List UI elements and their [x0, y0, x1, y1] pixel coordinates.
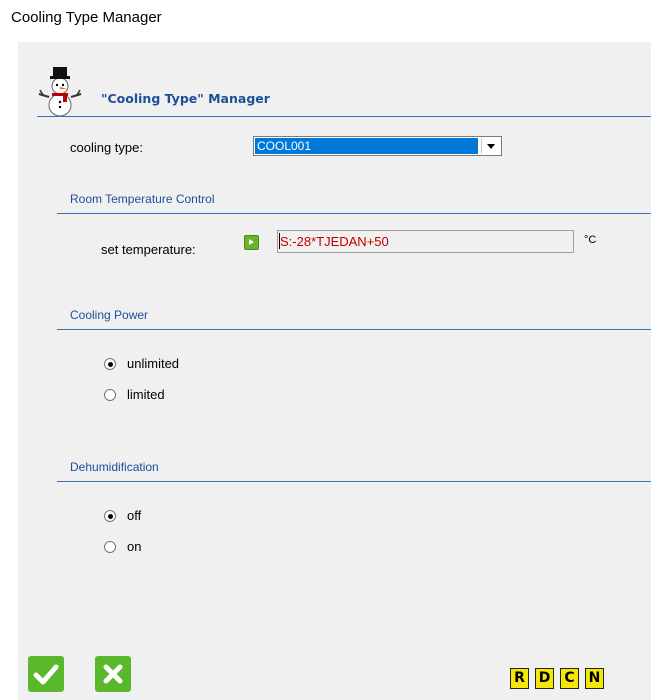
header-divider	[37, 116, 651, 117]
radio-off-label[interactable]: off	[127, 508, 141, 523]
dehumidification-section-title: Dehumidification	[70, 460, 159, 474]
cooling-type-label: cooling type:	[70, 140, 143, 155]
play-icon[interactable]	[244, 235, 259, 250]
temperature-value: S:-28*TJEDAN+50	[280, 234, 389, 249]
room-temperature-divider	[57, 213, 651, 214]
radio-limited-label[interactable]: limited	[127, 387, 165, 402]
cooling-power-section-title: Cooling Power	[70, 308, 149, 322]
manager-panel: "Cooling Type" Manager cooling type: COO…	[18, 42, 651, 700]
manager-title: "Cooling Type" Manager	[101, 91, 270, 106]
cooling-power-divider	[57, 329, 651, 330]
x-icon	[103, 664, 123, 684]
radio-on-label[interactable]: on	[127, 539, 141, 554]
cancel-button[interactable]	[95, 656, 131, 692]
radio-limited[interactable]	[104, 389, 116, 401]
dehumidification-divider	[57, 481, 651, 482]
set-temperature-label: set temperature:	[101, 242, 196, 257]
r-button[interactable]: R	[510, 668, 529, 689]
cooling-type-select[interactable]: COOL001	[253, 136, 502, 156]
n-button[interactable]: N	[585, 668, 604, 689]
c-button[interactable]: C	[560, 668, 579, 689]
d-button[interactable]: D	[535, 668, 554, 689]
temperature-unit: °C	[584, 234, 597, 246]
radio-on[interactable]	[104, 541, 116, 553]
chevron-down-icon[interactable]	[481, 138, 500, 154]
cooling-type-value: COOL001	[255, 138, 478, 154]
window-title: Cooling Type Manager	[11, 9, 162, 26]
ok-button[interactable]	[28, 656, 64, 692]
checkmark-icon	[33, 664, 59, 685]
snowman-icon	[38, 67, 82, 116]
radio-unlimited[interactable]	[104, 358, 116, 370]
temperature-input[interactable]: S:-28*TJEDAN+50	[277, 230, 574, 253]
radio-off[interactable]	[104, 510, 116, 522]
radio-unlimited-label[interactable]: unlimited	[127, 356, 179, 371]
room-temperature-section-title: Room Temperature Control	[70, 192, 215, 206]
